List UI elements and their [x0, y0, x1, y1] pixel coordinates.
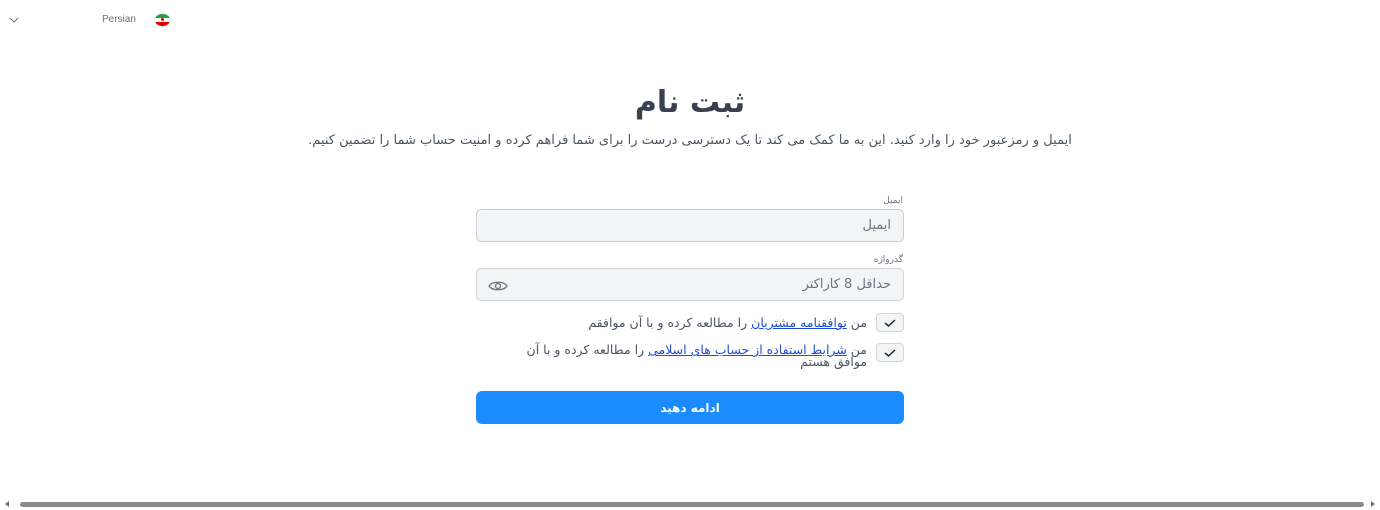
horizontal-scrollbar[interactable] [0, 498, 1380, 510]
language-selector-label[interactable]: Persian [102, 14, 136, 25]
customer-agreement-link[interactable]: توافقنامه مشتریان [751, 315, 847, 330]
show-password-button[interactable] [488, 279, 508, 293]
agreement-suffix: را مطالعه کرده و با آن موافقم [588, 315, 752, 330]
islamic-terms-checkbox[interactable] [876, 343, 904, 362]
customer-agreement-text: من توافقنامه مشتریان را مطالعه کرده و با… [588, 315, 867, 330]
agreement-prefix: من [846, 315, 867, 330]
scroll-left-icon[interactable] [5, 501, 9, 507]
password-label: گذرواژه [873, 255, 903, 265]
customer-agreement-checkbox[interactable] [876, 313, 904, 332]
page-subtitle: ایمیل و رمزعبور خود را وارد کنید. این به… [308, 133, 1072, 148]
page-title: ثبت نام [634, 85, 746, 120]
email-label: ایمیل [883, 196, 903, 206]
checkmark-icon [884, 318, 896, 327]
email-input[interactable] [476, 209, 904, 242]
checkmark-icon [884, 348, 896, 357]
islamic-terms-row: من شرایط استفاده از حساب های اسلامی را م… [517, 343, 904, 368]
eye-icon [488, 281, 508, 291]
chevron-down-icon[interactable] [9, 15, 19, 25]
customer-agreement-row: من توافقنامه مشتریان را مطالعه کرده و با… [588, 313, 904, 332]
continue-button[interactable]: ادامه دهید [476, 391, 904, 424]
scrollbar-thumb[interactable] [20, 502, 1364, 507]
iran-flag-icon[interactable] [154, 13, 171, 27]
password-input[interactable] [476, 268, 904, 301]
top-bar: Persian [0, 0, 1380, 40]
scroll-right-icon[interactable] [1371, 501, 1375, 507]
islamic-terms-text: من شرایط استفاده از حساب های اسلامی را م… [517, 343, 867, 368]
